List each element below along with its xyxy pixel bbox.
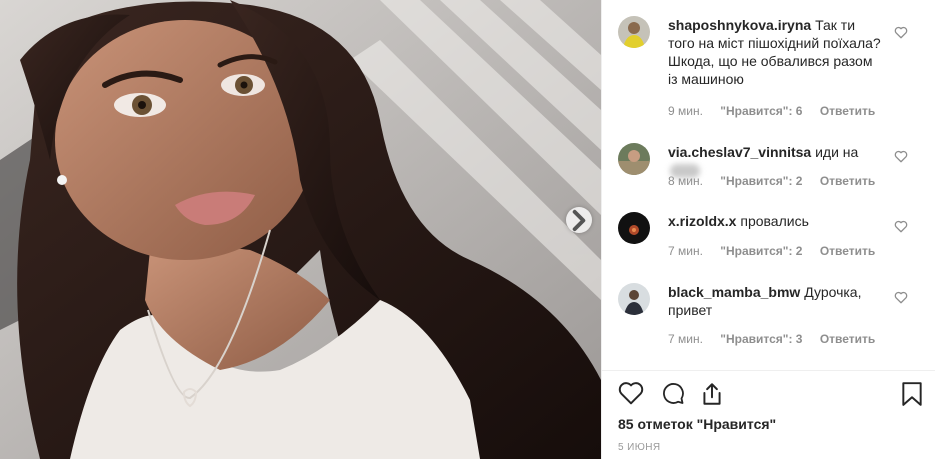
comment-username[interactable]: x.rizoldx.x — [668, 213, 736, 229]
user-avatar-image — [618, 212, 650, 244]
post-photo — [0, 0, 601, 459]
reply-button[interactable]: Ответить — [820, 174, 875, 188]
comments-list[interactable]: shaposhnykova.iryna Так ти того на міст … — [602, 0, 935, 370]
heart-icon[interactable] — [894, 150, 908, 163]
comment-likes[interactable]: "Нравится": 2 — [720, 174, 802, 188]
likes-count[interactable]: 85 отметок "Нравится" — [618, 416, 776, 432]
heart-icon[interactable] — [894, 291, 908, 304]
share-icon[interactable] — [699, 381, 725, 407]
reply-button[interactable]: Ответить — [820, 332, 875, 346]
comment-body: иди на — [815, 144, 859, 160]
reply-button[interactable]: Ответить — [820, 104, 875, 118]
avatar[interactable] — [618, 143, 650, 175]
avatar[interactable] — [618, 283, 650, 315]
heart-icon[interactable] — [894, 220, 908, 233]
heart-icon[interactable] — [894, 26, 908, 39]
comment-likes[interactable]: "Нравится": 6 — [720, 104, 802, 118]
user-avatar-image — [618, 283, 650, 315]
bookmark-icon[interactable] — [901, 381, 923, 407]
comment-text: shaposhnykova.iryna Так ти того на міст … — [668, 16, 883, 88]
heart-icon[interactable] — [618, 381, 644, 405]
comment-meta: 7 мин. "Нравится": 2 Ответить — [668, 244, 889, 258]
comment-meta: 8 мин. "Нравится": 2 Ответить — [668, 174, 889, 188]
divider — [602, 370, 935, 371]
post-side-panel: shaposhnykova.iryna Так ти того на міст … — [601, 0, 935, 459]
comment-likes[interactable]: "Нравится": 3 — [720, 332, 802, 346]
comment-likes[interactable]: "Нравится": 2 — [720, 244, 802, 258]
comment-username[interactable]: via.cheslav7_vinnitsa — [668, 144, 811, 160]
reply-button[interactable]: Ответить — [820, 244, 875, 258]
chevron-right-icon — [572, 209, 586, 231]
comment-text: x.rizoldx.x провались — [668, 212, 883, 230]
user-avatar-image — [618, 16, 650, 48]
comment-time: 7 мин. — [668, 332, 703, 346]
comment-username[interactable]: black_mamba_bmw — [668, 284, 800, 300]
comment-time: 9 мин. — [668, 104, 703, 118]
comment-icon[interactable] — [660, 381, 686, 405]
comment-meta: 7 мин. "Нравится": 3 Ответить — [668, 332, 889, 346]
comment-meta: 9 мин. "Нравится": 6 Ответить — [668, 104, 889, 118]
comment-time: 7 мин. — [668, 244, 703, 258]
next-photo-button[interactable] — [566, 207, 592, 233]
comment-time: 8 мин. — [668, 174, 703, 188]
post-actions — [618, 381, 923, 411]
comment-username[interactable]: shaposhnykova.iryna — [668, 17, 811, 33]
selfie-image — [0, 0, 601, 459]
user-avatar-image — [618, 143, 650, 175]
avatar[interactable] — [618, 212, 650, 244]
comment-text: black_mamba_bmw Дурочка, привет — [668, 283, 883, 319]
post-date[interactable]: 5 июня — [618, 442, 660, 453]
avatar[interactable] — [618, 16, 650, 48]
comment-body: провались — [740, 213, 809, 229]
